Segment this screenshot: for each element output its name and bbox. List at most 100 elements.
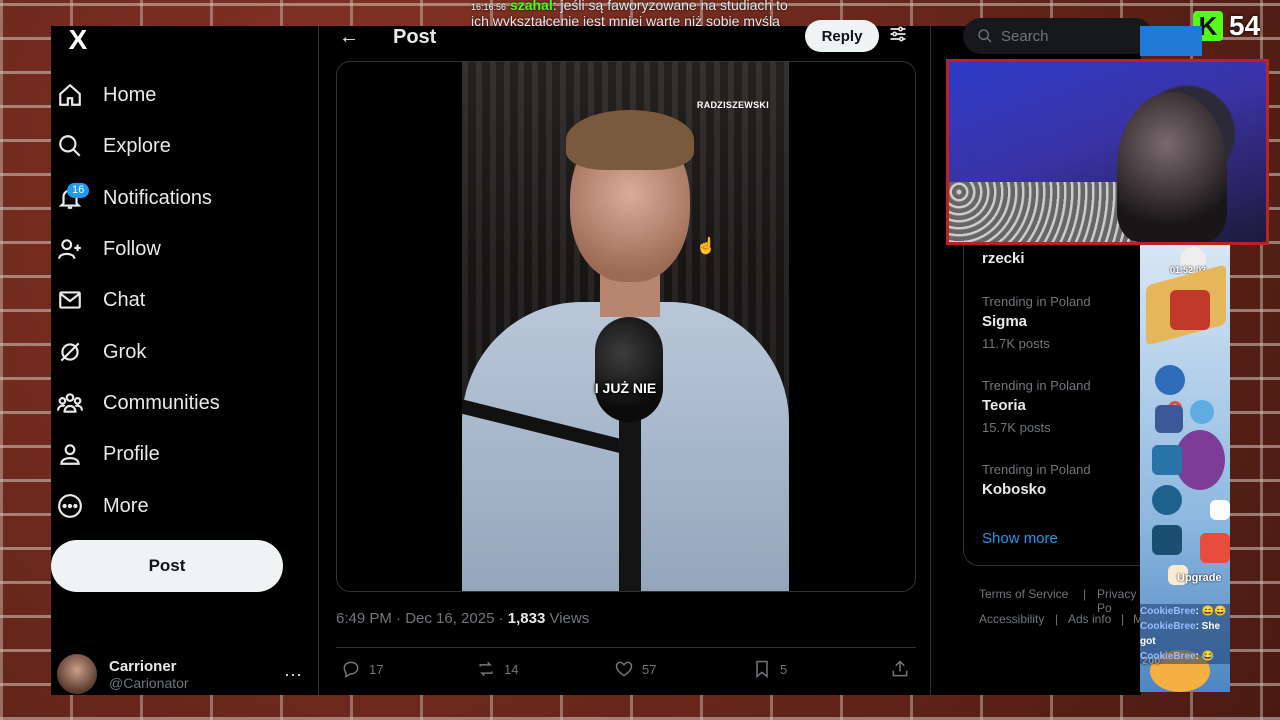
bookmark-count: 5: [780, 661, 788, 677]
trend-posts: 15.7K posts: [982, 420, 1051, 435]
back-arrow-icon[interactable]: ←: [339, 26, 359, 49]
search-icon: [978, 29, 992, 43]
footer-separator: |: [1083, 587, 1087, 601]
x-logo-icon[interactable]: X: [59, 26, 97, 54]
views-count: 1,833: [507, 610, 546, 627]
chat-timestamp: 16:16:56: [471, 2, 507, 12]
reply-button[interactable]: Reply: [805, 20, 879, 52]
avatar: [57, 654, 97, 694]
repost-action[interactable]: 14: [476, 659, 518, 679]
page-title: Post: [393, 26, 437, 48]
nav-profile-label: Profile: [103, 442, 160, 465]
ellipsis-icon[interactable]: ···: [284, 664, 302, 685]
trend-name[interactable]: Sigma: [982, 313, 1027, 330]
nav-communities-label: Communities: [103, 391, 220, 414]
nav-more[interactable]: More: [57, 484, 149, 528]
nav-more-label: More: [103, 494, 149, 517]
nav-chat[interactable]: Chat: [57, 278, 145, 322]
game-chat: CookieBree: 😄😄 CookieBree: She got Cooki…: [1140, 604, 1230, 664]
game-chat-user: CookieBree: [1140, 651, 1196, 662]
nav-chat-label: Chat: [103, 288, 146, 311]
nav-follow-label: Follow: [103, 237, 161, 260]
trend-name[interactable]: Teoria: [982, 397, 1026, 414]
nav-notifications[interactable]: 16 Notifications: [57, 176, 212, 220]
like-count: 57: [642, 661, 657, 677]
mouse-cursor-icon: ☝: [696, 238, 716, 255]
show-more-link[interactable]: Show more: [982, 530, 1058, 547]
footer-accessibility-link[interactable]: Accessibility: [979, 612, 1044, 626]
nav-follow[interactable]: Follow: [57, 227, 161, 271]
person-add-icon: [58, 239, 81, 260]
left-navigation: X Home Explore 16 Notifications Follow C…: [51, 26, 318, 695]
video-player[interactable]: RADZISZEWSKI I JUŻ NIE ☝: [336, 61, 916, 592]
nav-profile[interactable]: Profile: [57, 432, 160, 476]
game-chat-user: CookieBree: [1140, 621, 1196, 632]
footer-ads-link[interactable]: Ads info: [1068, 612, 1111, 626]
footer-separator: |: [1055, 612, 1059, 626]
nav-communities[interactable]: Communities: [57, 381, 220, 425]
viewer-count: 54: [1229, 10, 1261, 41]
nav-explore[interactable]: Explore: [57, 124, 171, 168]
reply-icon: [343, 661, 359, 678]
viewer-counter: K 54: [1193, 10, 1260, 42]
video-content: RADZISZEWSKI I JUŻ NIE ☝: [462, 62, 789, 591]
microphone-image: [595, 317, 663, 422]
webcam-overlay: [946, 59, 1269, 245]
footer-terms-link[interactable]: Terms of Service: [979, 587, 1068, 601]
post-button[interactable]: Post: [51, 540, 283, 592]
mail-icon: [59, 291, 81, 309]
post-timestamp[interactable]: 6:49 PM · Dec 16, 2025 ·: [336, 610, 508, 627]
more-circle-icon: [58, 494, 82, 518]
nav-home[interactable]: Home: [57, 73, 156, 117]
reply-action[interactable]: 17: [341, 659, 383, 679]
game-chat-user: CookieBree: [1140, 606, 1196, 617]
nav-explore-label: Explore: [103, 134, 171, 157]
trend-item-partial[interactable]: rzecki: [982, 250, 1025, 267]
trend-name[interactable]: Kobosko: [982, 481, 1046, 498]
search-placeholder: Search: [1001, 27, 1049, 45]
trend-context: Trending in Poland: [982, 462, 1091, 477]
account-name: Carrioner: [109, 657, 177, 675]
upgrade-label: Upgrade: [1177, 572, 1222, 584]
reply-count: 17: [369, 661, 384, 677]
nav-home-label: Home: [103, 83, 157, 106]
bookmark-action[interactable]: 5: [752, 659, 787, 679]
video-watermark: RADZISZEWSKI: [696, 100, 769, 110]
sliders-icon[interactable]: [888, 24, 908, 50]
grok-icon: [60, 342, 80, 362]
heart-icon: [615, 661, 633, 677]
nav-notifications-label: Notifications: [103, 186, 212, 209]
repost-count: 14: [504, 661, 519, 677]
profile-icon: [60, 444, 80, 465]
like-action[interactable]: 57: [614, 659, 656, 679]
game-chat-text: : 😂: [1195, 651, 1215, 662]
search-icon: [59, 135, 81, 157]
trends-panel: rzecki Trending in Poland Sigma 11.7K po…: [963, 206, 1153, 566]
video-caption: I JUŻ NIE: [594, 380, 657, 396]
views-label: Views: [545, 610, 590, 627]
nav-grok-label: Grok: [103, 340, 147, 363]
footer-separator: |: [1121, 612, 1125, 626]
search-input[interactable]: Search: [963, 18, 1153, 54]
divider: [336, 647, 916, 648]
post-meta: 6:49 PM · Dec 16, 2025 · 1,833 Views: [336, 610, 589, 627]
game-chat-text: : 😄😄: [1195, 606, 1227, 617]
home-icon: [59, 83, 81, 106]
post-detail-column: ← Post Reply RADZISZEWSKI I JUŻ NIE ☝ 6:…: [318, 20, 931, 695]
bookmark-icon: [756, 660, 768, 679]
notification-badge: 16: [67, 183, 90, 198]
trend-context: Trending in Poland: [982, 294, 1091, 309]
chat-username: szahal: [509, 0, 553, 13]
stream-chat-overlay: 16:16:56 szahal: jeśli są faworyzowane n…: [471, 0, 801, 29]
repost-icon: [479, 661, 493, 677]
share-icon: [892, 660, 908, 677]
share-action[interactable]: [890, 659, 910, 679]
nav-grok[interactable]: Grok: [57, 330, 146, 374]
trend-context: Trending in Poland: [982, 378, 1091, 393]
trend-posts: 11.7K posts: [982, 336, 1050, 351]
account-switcher[interactable]: Carrioner @Carionator ···: [57, 652, 302, 696]
game-header: [1140, 26, 1202, 56]
account-handle: @Carionator: [109, 674, 189, 691]
footer-privacy-link[interactable]: Privacy Po: [1097, 587, 1141, 615]
post-actions: 17 14 57 5: [336, 659, 916, 685]
